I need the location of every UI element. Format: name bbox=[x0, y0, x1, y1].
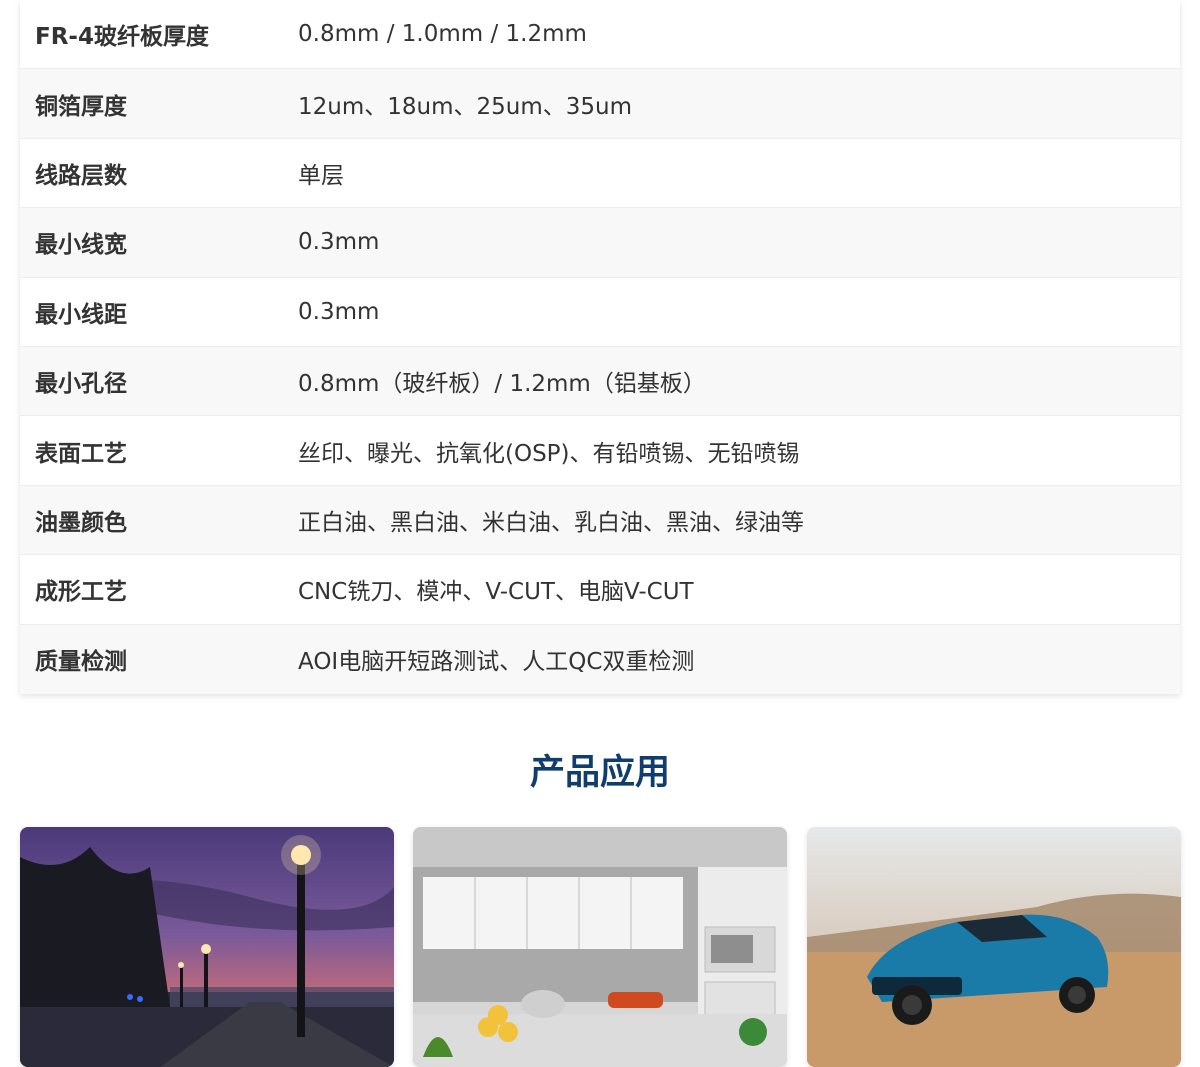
spec-row-forming: 成形工艺 CNC铣刀、模冲、V-CUT、电脑V-CUT bbox=[20, 555, 1180, 625]
spec-row-min-trace-spacing: 最小线距 0.3mm bbox=[20, 278, 1180, 347]
spec-value: 丝印、曝光、抗氧化(OSP)、有铅喷锡、无铅喷锡 bbox=[298, 440, 800, 467]
spec-row-board-thickness: FR-4玻纤板厚度 0.8mm / 1.0mm / 1.2mm bbox=[20, 0, 1180, 70]
spec-row-min-trace-width: 最小线宽 0.3mm bbox=[20, 208, 1180, 278]
automotive-photo bbox=[807, 827, 1181, 1067]
spec-row-min-hole: 最小孔径 0.8mm（玻纤板）/ 1.2mm（铝基板） bbox=[20, 346, 1180, 417]
application-image-automotive[interactable] bbox=[807, 827, 1181, 1067]
application-image-street-lighting[interactable] bbox=[20, 827, 394, 1067]
spec-label: 铜箔厚度 bbox=[35, 93, 127, 120]
spec-value: 0.8mm（玻纤板）/ 1.2mm（铝基板） bbox=[298, 371, 706, 398]
spec-row-layers: 线路层数 单层 bbox=[20, 139, 1180, 209]
spec-row-surface-finish: 表面工艺 丝印、曝光、抗氧化(OSP)、有铅喷锡、无铅喷锡 bbox=[20, 416, 1180, 486]
spec-row-ink-color: 油墨颜色 正白油、黑白油、米白油、乳白油、黑油、绿油等 bbox=[20, 485, 1180, 556]
section-title-applications: 产品应用 bbox=[529, 753, 670, 793]
spec-label: 油墨颜色 bbox=[35, 509, 127, 536]
spec-value: 0.8mm / 1.0mm / 1.2mm bbox=[298, 21, 587, 48]
spec-label: 最小孔径 bbox=[35, 371, 127, 398]
spec-value: 12um、18um、25um、35um bbox=[298, 93, 632, 120]
application-image-kitchen-appliances[interactable] bbox=[413, 827, 787, 1067]
spec-label: 最小线距 bbox=[35, 301, 127, 328]
spec-value: CNC铣刀、模冲、V-CUT、电脑V-CUT bbox=[298, 579, 694, 606]
spec-label: 成形工艺 bbox=[35, 579, 127, 606]
spec-value: AOI电脑开短路测试、人工QC双重检测 bbox=[298, 649, 695, 676]
spec-row-quality-test: 质量检测 AOI电脑开短路测试、人工QC双重检测 bbox=[20, 624, 1180, 694]
spec-label: 质量检测 bbox=[35, 649, 127, 676]
spec-label: 表面工艺 bbox=[35, 440, 127, 467]
spec-value: 单层 bbox=[298, 162, 344, 189]
spec-value: 0.3mm bbox=[298, 298, 380, 325]
spec-table: FR-4玻纤板厚度 0.8mm / 1.0mm / 1.2mm 铜箔厚度 12u… bbox=[20, 0, 1180, 694]
spec-value: 0.3mm bbox=[298, 229, 380, 256]
spec-label: FR-4玻纤板厚度 bbox=[35, 24, 209, 51]
spec-label: 最小线宽 bbox=[35, 232, 127, 259]
street-lighting-photo bbox=[20, 827, 394, 1067]
spec-row-copper-thickness: 铜箔厚度 12um、18um、25um、35um bbox=[20, 69, 1180, 139]
kitchen-photo bbox=[413, 827, 787, 1067]
spec-label: 线路层数 bbox=[35, 162, 127, 189]
spec-value: 正白油、黑白油、米白油、乳白油、黑油、绿油等 bbox=[298, 509, 804, 536]
